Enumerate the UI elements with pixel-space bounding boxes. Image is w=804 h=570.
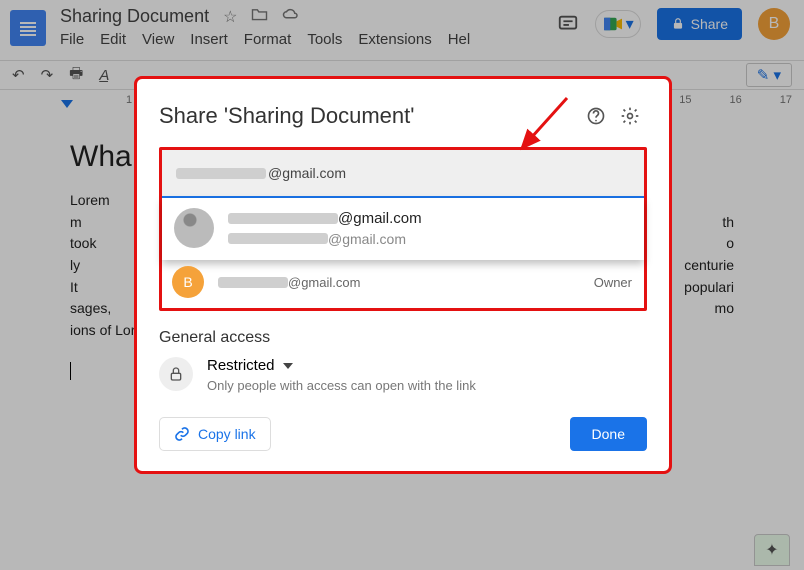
redacted-text [228, 213, 338, 224]
general-access-title: General access [159, 329, 647, 347]
done-button[interactable]: Done [570, 417, 647, 451]
annotation-arrow [512, 93, 572, 163]
input-visible-text: @gmail.com [268, 165, 346, 181]
suggestion-name: @gmail.com [228, 210, 422, 227]
owner-role: Owner [594, 275, 632, 290]
access-level-label: Restricted [207, 357, 275, 374]
gear-icon[interactable] [613, 99, 647, 133]
people-input-block: @gmail.com @gmail.com @gmail.com B @gmai… [159, 147, 647, 311]
lock-icon [159, 357, 193, 391]
general-access-row: Restricted Only people with access can o… [159, 357, 647, 393]
access-level-button[interactable]: Restricted [207, 357, 476, 374]
owner-email: @gmail.com [218, 275, 360, 290]
copy-link-label: Copy link [198, 426, 256, 442]
redacted-text [228, 233, 328, 244]
copy-link-button[interactable]: Copy link [159, 417, 271, 451]
owner-row: B @gmail.com Owner [162, 260, 644, 308]
share-dialog: Share 'Sharing Document' @gmail.com @gma… [134, 76, 672, 474]
help-icon[interactable] [579, 99, 613, 133]
suggestion-email: @gmail.com [228, 231, 422, 247]
redacted-text [218, 277, 288, 288]
access-description: Only people with access can open with th… [207, 378, 476, 393]
redacted-text [176, 168, 266, 179]
chevron-down-icon [283, 363, 293, 369]
owner-avatar: B [172, 266, 204, 298]
suggestion-avatar [174, 208, 214, 248]
autocomplete-suggestion[interactable]: @gmail.com @gmail.com [162, 198, 644, 260]
